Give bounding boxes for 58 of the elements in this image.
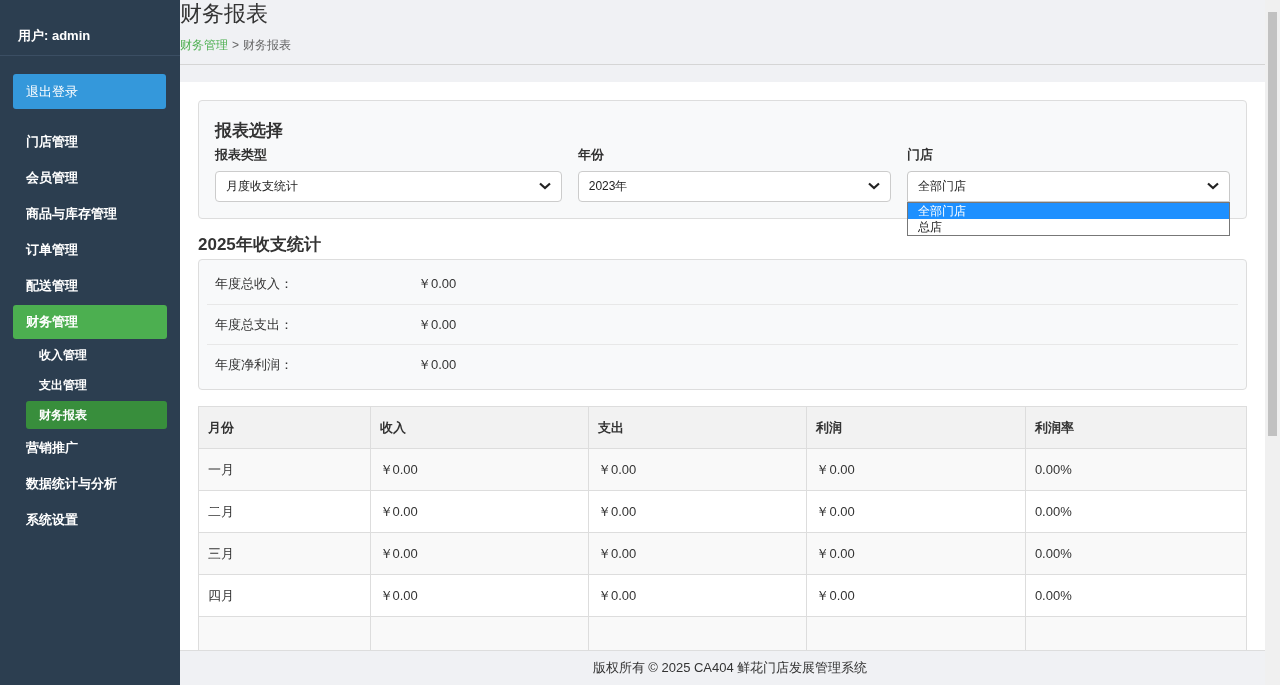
column-header: 月份 xyxy=(198,406,370,449)
table-cell: ￥0.00 xyxy=(588,448,807,491)
chevron-down-icon xyxy=(538,182,551,191)
section-title: 2025年收支统计 xyxy=(198,234,322,256)
chevron-down-icon xyxy=(868,182,881,191)
summary-value: ￥0.00 xyxy=(418,356,457,375)
column-header: 支出 xyxy=(588,406,807,449)
field-label: 年份 xyxy=(577,146,605,165)
page-title: 财务报表 xyxy=(180,0,269,28)
table-cell: 四月 xyxy=(198,574,370,617)
table-cell: ￥0.00 xyxy=(588,532,807,575)
sidebar-item[interactable]: 商品与库存管理 xyxy=(13,197,167,231)
field-label: 报表类型 xyxy=(215,146,268,165)
section-title: 报表选择 xyxy=(215,121,284,142)
sidebar-item[interactable]: 系统设置 xyxy=(13,503,167,537)
column-header: 利润 xyxy=(806,406,1026,449)
chevron-down-icon xyxy=(1207,182,1219,191)
sidebar-item[interactable]: 配送管理 xyxy=(13,269,167,303)
table-cell: ￥0.00 xyxy=(806,490,1026,533)
table-cell: 三月 xyxy=(198,532,370,575)
select-field[interactable]: 2023年 xyxy=(577,170,892,202)
breadcrumb-separator: > xyxy=(232,37,239,54)
table-cell: ￥0.00 xyxy=(370,574,589,617)
sidebar-subitem[interactable]: 财务报表 xyxy=(26,401,167,429)
summary-value: ￥0.00 xyxy=(418,275,457,294)
breadcrumb-current: 财务报表 xyxy=(243,37,291,54)
sidebar-item[interactable]: 会员管理 xyxy=(13,161,167,195)
sidebar-item[interactable]: 营销推广 xyxy=(13,431,167,465)
table-cell: ￥0.00 xyxy=(370,490,589,533)
sidebar-item[interactable]: 订单管理 xyxy=(13,233,167,267)
table-cell: ￥0.00 xyxy=(588,490,807,533)
summary-value: ￥0.00 xyxy=(418,315,457,334)
table-cell: ￥0.00 xyxy=(370,448,589,491)
table-cell: ￥0.00 xyxy=(370,532,589,575)
sidebar-subitem[interactable]: 支出管理 xyxy=(26,371,167,399)
field-label: 门店 xyxy=(907,146,935,165)
select-field[interactable]: 全部门店 xyxy=(907,170,1230,202)
column-header: 收入 xyxy=(370,406,589,449)
dropdown-option[interactable]: 总店 xyxy=(908,218,1229,235)
select-field[interactable]: 月度收支统计 xyxy=(215,170,562,202)
sidebar-subitem[interactable]: 收入管理 xyxy=(26,341,167,369)
scrollbar[interactable] xyxy=(1265,0,1280,685)
summary-label: 年度总收入： xyxy=(215,275,294,294)
table-cell: 0.00% xyxy=(1025,490,1247,533)
table-cell: ￥0.00 xyxy=(806,532,1026,575)
table-cell: 一月 xyxy=(198,448,370,491)
table-cell: 二月 xyxy=(198,490,370,533)
table-cell: ￥0.00 xyxy=(806,574,1026,617)
column-header: 利润率 xyxy=(1025,406,1247,449)
table-cell: ￥0.00 xyxy=(588,574,807,617)
summary-label: 年度总支出： xyxy=(215,315,294,334)
sidebar-item[interactable]: 门店管理 xyxy=(13,125,167,159)
table-cell: 0.00% xyxy=(1025,532,1247,575)
table-cell: ￥0.00 xyxy=(806,448,1026,491)
table-cell: 0.00% xyxy=(1025,574,1247,617)
sidebar-item[interactable]: 数据统计与分析 xyxy=(13,467,167,501)
table-cell: 0.00% xyxy=(1025,448,1247,491)
summary-label: 年度净利润： xyxy=(215,356,294,375)
